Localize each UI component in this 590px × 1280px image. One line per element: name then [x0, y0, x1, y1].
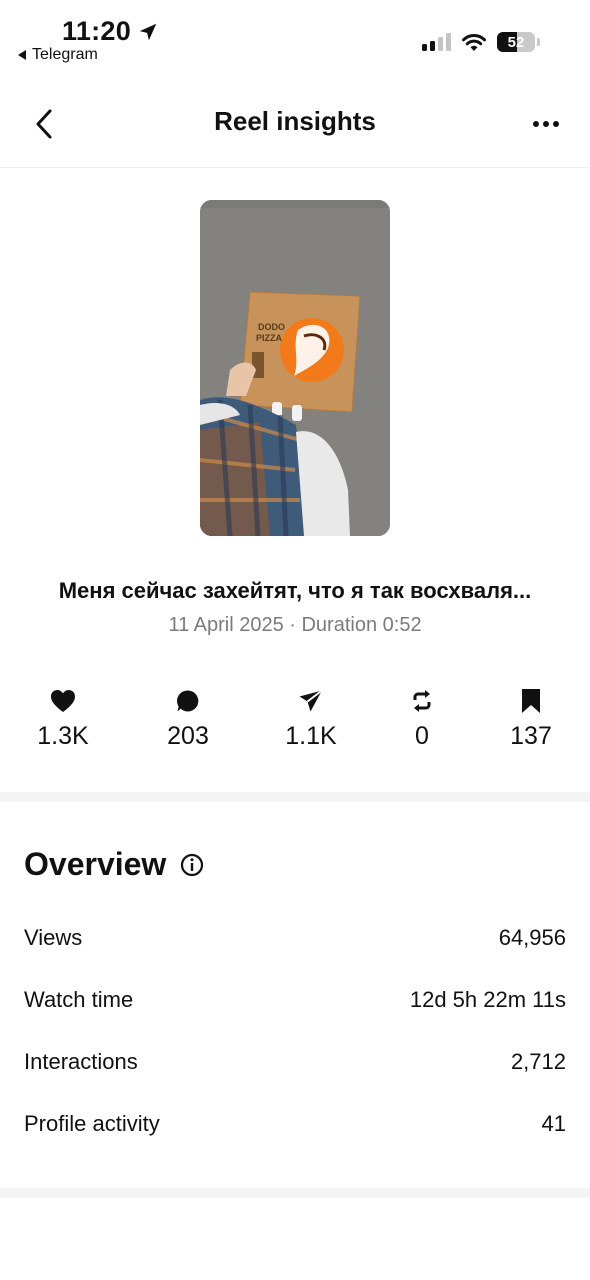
row-value: 12d 5h 22m 11s	[409, 987, 566, 1012]
reel-thumbnail-image: DODO PIZZA	[200, 200, 390, 536]
share-icon	[299, 689, 323, 712]
comment-icon	[176, 690, 199, 712]
row-label: Interactions	[24, 1049, 138, 1074]
row-label: Watch time	[24, 987, 134, 1012]
battery-indicator: 52	[497, 32, 535, 52]
reel-date-duration: 11 April 2025 · Duration 0:52	[168, 614, 422, 636]
back-triangle-icon	[18, 50, 26, 60]
back-app-label: Telegram	[32, 46, 98, 63]
repost-icon	[413, 690, 431, 712]
likes-count: 1.3K	[37, 722, 89, 750]
thumbnail-logo-text: DODO	[258, 322, 285, 332]
overview-row-watch-time[interactable]: Watch time 12d 5h 22m 11s	[24, 980, 566, 1020]
overview-title-text: Overview	[24, 846, 167, 882]
status-bar: 11:20 Telegram 52	[0, 0, 590, 72]
comments-stat: 203	[128, 686, 248, 751]
battery-level: 52	[507, 33, 525, 51]
cellular-signal-icon	[422, 33, 451, 51]
row-label: Profile activity	[24, 1111, 160, 1136]
reposts-count: 0	[415, 722, 429, 750]
svg-text:PIZZA: PIZZA	[256, 333, 282, 343]
more-dots-icon	[533, 121, 559, 127]
section-divider-bottom	[0, 1188, 590, 1198]
wifi-icon	[462, 34, 486, 51]
shares-count: 1.1K	[285, 722, 337, 750]
status-time: 11:20	[62, 16, 159, 47]
reel-caption: Меня сейчас захейтят, что я так восхваля…	[58, 578, 532, 603]
info-icon[interactable]	[180, 853, 204, 877]
row-value: 64,956	[498, 925, 566, 950]
overview-row-interactions[interactable]: Interactions 2,712	[24, 1042, 566, 1082]
location-arrow-icon	[139, 23, 157, 40]
saves-stat: 137	[471, 686, 590, 751]
system-icons: 52	[422, 32, 540, 52]
overview-row-profile-activity[interactable]: Profile activity 41	[24, 1104, 566, 1144]
status-time-text: 11:20	[62, 16, 132, 46]
reposts-stat: 0	[362, 686, 482, 751]
top-nav-bar: Reel insights	[0, 80, 590, 168]
bookmark-icon	[522, 689, 540, 713]
overview-row-views[interactable]: Views 64,956	[24, 918, 566, 958]
comments-count: 203	[167, 722, 209, 750]
battery-tip	[537, 38, 540, 46]
reel-thumbnail[interactable]: DODO PIZZA	[200, 200, 390, 536]
more-options-button[interactable]	[524, 102, 568, 146]
heart-icon	[51, 690, 75, 712]
section-divider	[0, 792, 590, 802]
back-to-app-link[interactable]: Telegram	[18, 46, 98, 64]
row-label: Views	[24, 925, 83, 950]
engagement-stats: 1.3K 203 1.1K 0 137	[0, 686, 590, 766]
saves-count: 137	[510, 722, 552, 750]
page-title: Reel insights	[214, 106, 376, 136]
likes-stat: 1.3K	[3, 686, 123, 751]
row-value: 2,712	[510, 1049, 566, 1074]
row-value: 41	[541, 1111, 566, 1136]
overview-heading: Overview	[24, 846, 204, 883]
shares-stat: 1.1K	[251, 686, 371, 751]
